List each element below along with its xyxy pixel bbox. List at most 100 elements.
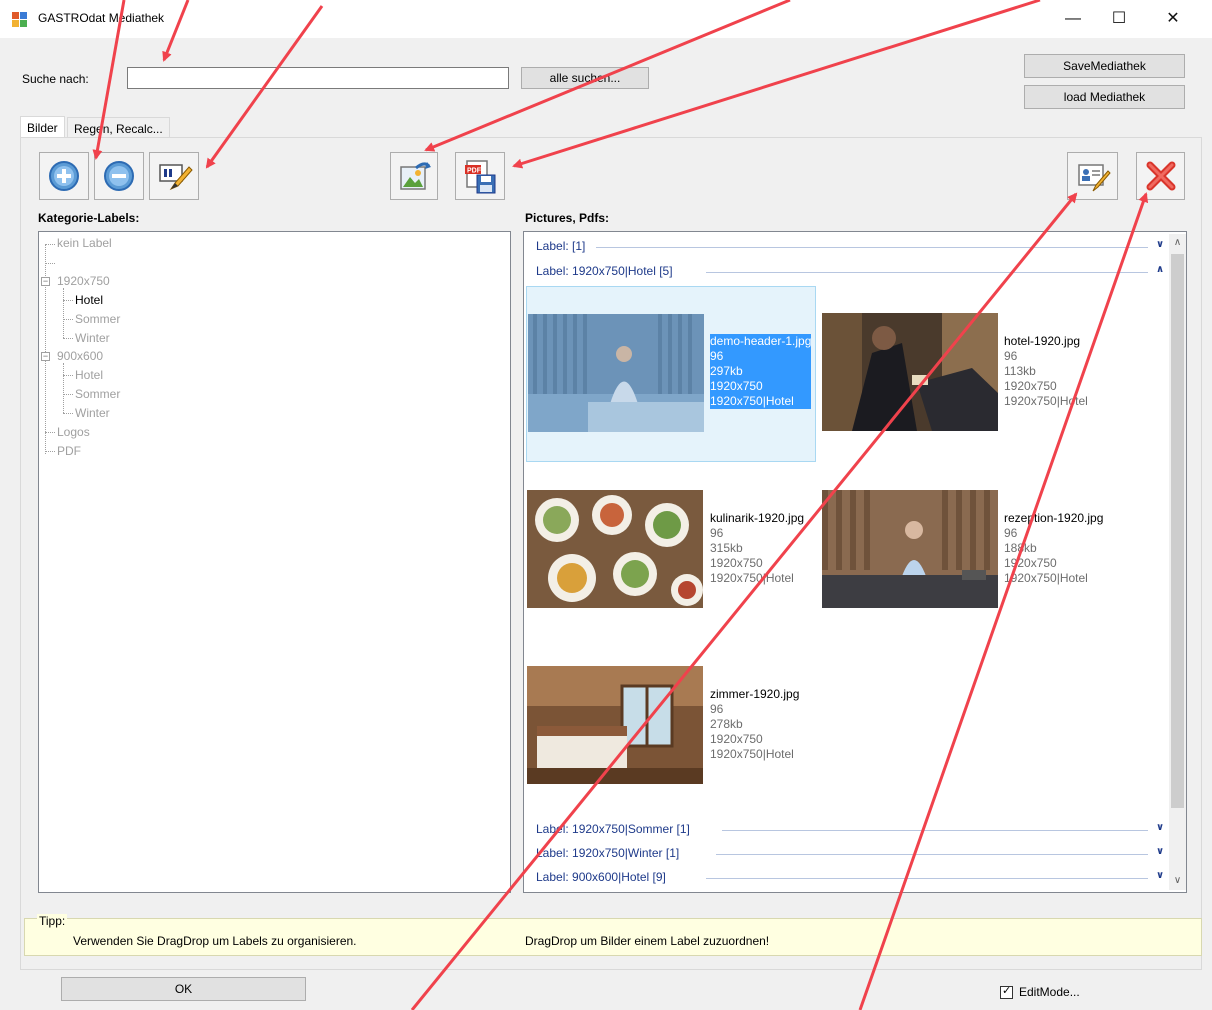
item-dims: 1920x750 [710, 732, 763, 746]
thumbnail-image [527, 666, 703, 784]
editmode-label: EditMode... [1019, 985, 1080, 999]
tree-node-900x600[interactable]: 900x600 [57, 349, 103, 363]
scroll-up-icon[interactable]: ∧ [1169, 234, 1186, 251]
tree-node-hotel-900[interactable]: Hotel [75, 368, 103, 382]
tree-node-1920x750[interactable]: 1920x750 [57, 274, 110, 288]
group-header-label: Label: [1] [536, 239, 590, 253]
load-mediathek-button[interactable]: load Mediathek [1024, 85, 1185, 109]
item-dpi: 96 [1004, 526, 1018, 540]
collapse-icon[interactable]: − [41, 352, 50, 361]
export-image-button[interactable] [390, 152, 438, 200]
scroll-down-icon[interactable]: ∨ [1169, 872, 1186, 889]
delete-item-button[interactable] [1136, 152, 1185, 200]
group-header-1920x750-hotel[interactable]: Label: 1920x750|Hotel [5] ∧ [536, 263, 1164, 281]
pictures-list[interactable]: Label: [1] ∨ Label: 1920x750|Hotel [5] ∧ [523, 231, 1187, 893]
group-header-1920x750-winter[interactable]: Label: 1920x750|Winter [1] ∨ [536, 845, 1164, 863]
tree-node-kein-label[interactable]: kein Label [57, 236, 112, 250]
add-label-button[interactable] [39, 152, 89, 200]
item-label: 1920x750|Hotel [710, 747, 794, 761]
group-divider [716, 854, 1148, 855]
item-dpi: 96 [710, 702, 724, 716]
item-meta: kulinarik-1920.jpg 96 315kb 1920x750 192… [710, 511, 804, 586]
tree-connector [63, 288, 64, 338]
tree-connector [63, 375, 73, 376]
item-label: 1920x750|Hotel [1004, 394, 1088, 408]
chevron-down-icon[interactable]: ∨ [1156, 239, 1164, 250]
minus-circle-icon [104, 161, 134, 191]
item-size: 188kb [1004, 541, 1037, 555]
chevron-up-icon[interactable]: ∧ [1156, 264, 1164, 275]
item-meta: rezeption-1920.jpg 96 188kb 1920x750 192… [1004, 511, 1103, 586]
collapse-icon[interactable]: − [41, 277, 50, 286]
tree-connector [45, 451, 55, 452]
item-meta: zimmer-1920.jpg 96 278kb 1920x750 1920x7… [710, 687, 799, 762]
group-divider [596, 247, 1148, 248]
thumbnail-image [822, 313, 998, 431]
tree-connector [45, 263, 55, 264]
app-icon [12, 12, 28, 28]
close-window-button[interactable]: ✕ [1150, 0, 1196, 38]
item-size: 113kb [1004, 364, 1036, 378]
group-header-label: Label: 1920x750|Winter [1] [536, 846, 684, 860]
group-header-900x600-hotel[interactable]: Label: 900x600|Hotel [9] ∨ [536, 869, 1164, 887]
item-dims: 1920x750 [1004, 556, 1057, 570]
group-header-1920x750-sommer[interactable]: Label: 1920x750|Sommer [1] ∨ [536, 821, 1164, 839]
item-filename: zimmer-1920.jpg [710, 687, 800, 701]
red-x-icon [1146, 161, 1176, 191]
group-header-label: Label: 1920x750|Hotel [5] [536, 264, 677, 278]
tree-connector [63, 363, 64, 413]
search-all-button[interactable]: alle suchen... [521, 67, 649, 89]
search-input[interactable] [127, 67, 509, 89]
minimize-button[interactable]: — [1050, 0, 1096, 38]
maximize-button[interactable]: ☐ [1096, 0, 1142, 38]
ok-button[interactable]: OK [61, 977, 306, 1001]
tree-node-sommer[interactable]: Sommer [75, 312, 120, 326]
chevron-down-icon[interactable]: ∨ [1156, 870, 1164, 881]
editmode-checkbox[interactable]: ✓ [1000, 985, 1013, 999]
tree-node-sommer-900[interactable]: Sommer [75, 387, 120, 401]
remove-label-button[interactable] [94, 152, 144, 200]
tree-node-pdf[interactable]: PDF [57, 444, 81, 458]
tab-regen-recalc[interactable]: Regen, Recalc... [67, 117, 170, 137]
save-mediathek-button[interactable]: SaveMediathek [1024, 54, 1185, 78]
group-divider [706, 878, 1148, 879]
category-tree[interactable]: kein Label − 1920x750 Hotel Sommer Winte… [38, 231, 511, 893]
item-dims: 1920x750 [1004, 379, 1057, 393]
pdf-save-button[interactable]: PDF [455, 152, 505, 200]
tip-title: Tipp: [37, 914, 68, 928]
group-header-label: Label: 1920x750|Sommer [1] [536, 822, 694, 836]
ab-pencil-icon [159, 164, 193, 191]
tree-node-logos[interactable]: Logos [57, 425, 90, 439]
group-header-no-label[interactable]: Label: [1] ∨ [536, 238, 1164, 256]
tip-text-labels: Verwenden Sie DragDrop um Labels zu orga… [73, 934, 357, 948]
item-size: 315kb [710, 541, 743, 555]
tree-node-winter[interactable]: Winter [75, 331, 110, 345]
check-icon: ✓ [1002, 985, 1012, 997]
window-title: GASTROdat Mediathek [38, 11, 165, 25]
tree-node-winter-900[interactable]: Winter [75, 406, 110, 420]
chevron-down-icon[interactable]: ∨ [1156, 822, 1164, 833]
vertical-scrollbar[interactable]: ∧ ∨ [1169, 234, 1186, 890]
item-filename: kulinarik-1920.jpg [710, 511, 805, 525]
title-bar: GASTROdat Mediathek — ☐ ✕ [0, 0, 1212, 38]
item-label: 1920x750|Hotel [710, 571, 794, 585]
tree-connector [63, 338, 73, 339]
image-export-icon [400, 162, 431, 190]
tab-bilder[interactable]: Bilder [20, 116, 65, 138]
svg-text:PDF: PDF [467, 168, 482, 175]
tree-connector [63, 394, 73, 395]
item-label: 1920x750|Hotel [710, 394, 812, 409]
tree-connector [63, 300, 73, 301]
tree-node-hotel[interactable]: Hotel [75, 293, 103, 307]
edit-item-button[interactable] [1067, 152, 1118, 200]
chevron-down-icon[interactable]: ∨ [1156, 846, 1164, 857]
group-header-label: Label: 900x600|Hotel [9] [536, 870, 670, 884]
item-dpi: 96 [710, 349, 812, 364]
plus-circle-icon [49, 161, 79, 191]
thumbnail-image [822, 490, 998, 608]
group-divider [722, 830, 1148, 831]
thumbnail-image [527, 490, 703, 608]
group-divider [706, 272, 1148, 273]
rename-label-button[interactable] [149, 152, 199, 200]
scroll-thumb[interactable] [1171, 254, 1184, 808]
